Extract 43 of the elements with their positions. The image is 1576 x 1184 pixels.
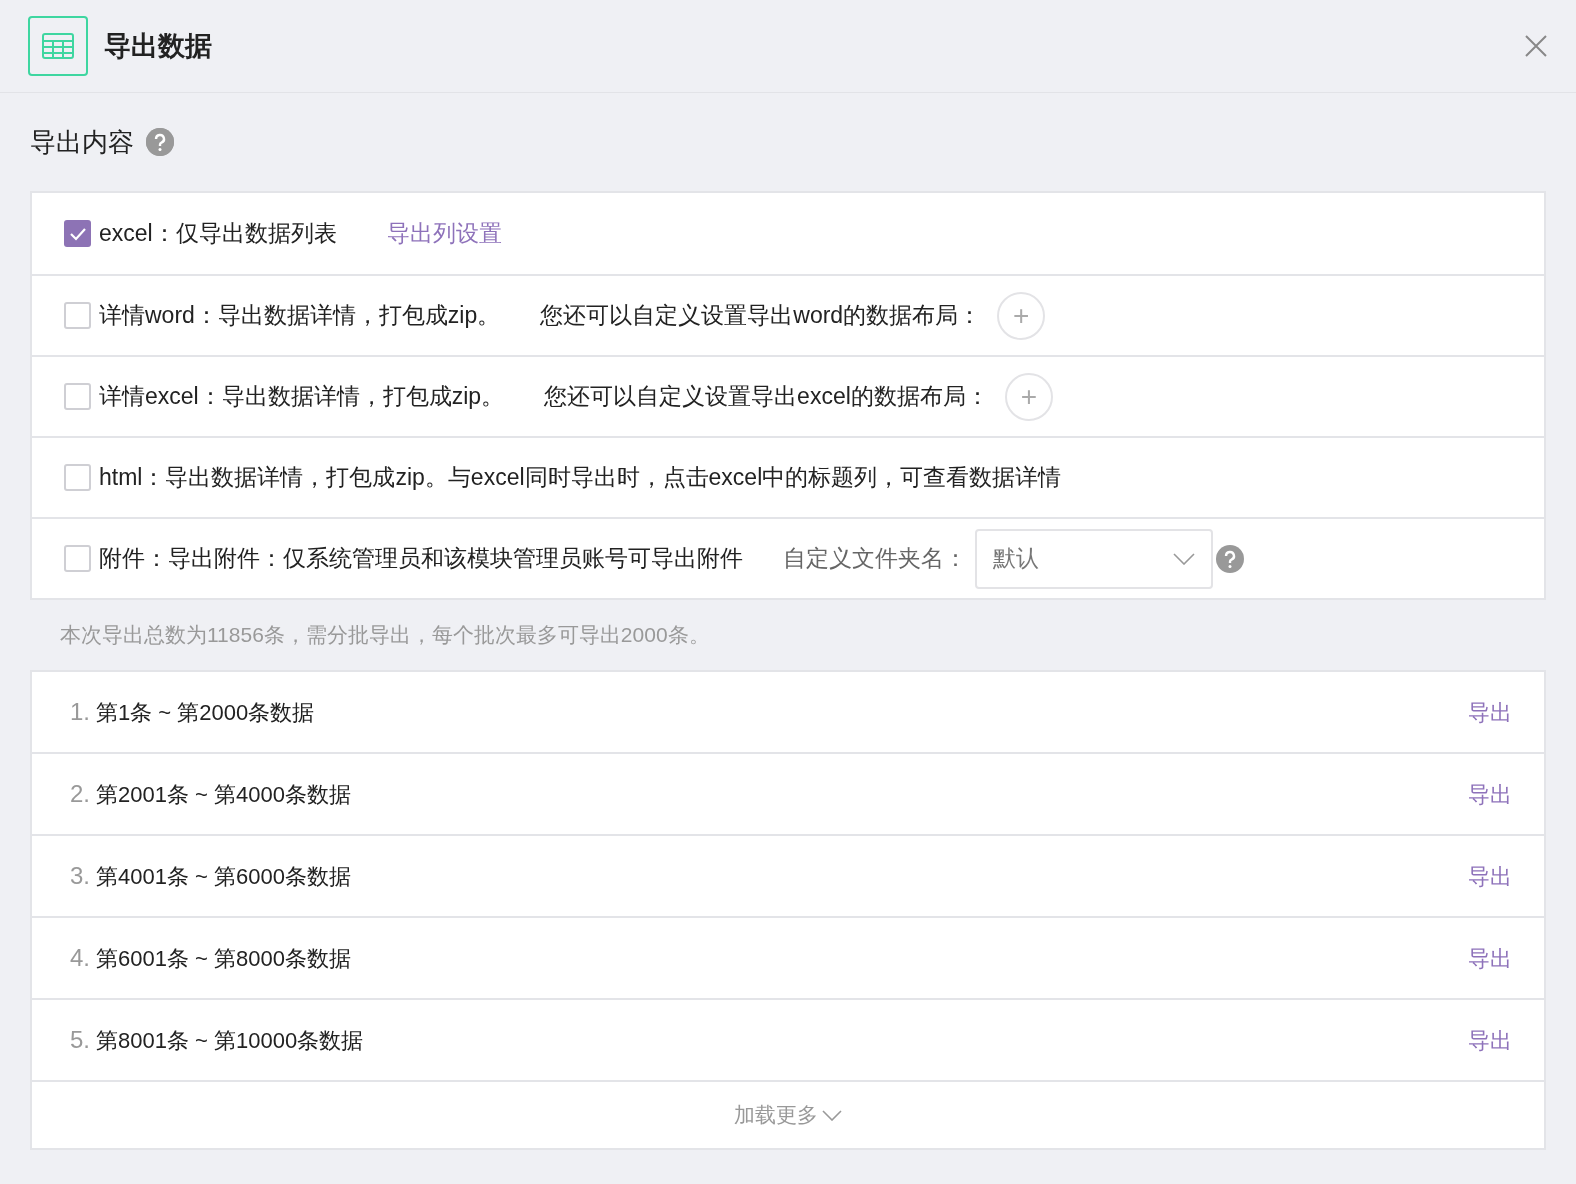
batch-number: 5. [70,1025,90,1055]
batch-note: 本次导出总数为11856条，需分批导出，每个批次最多可导出2000条。 [59,622,711,649]
add-layout-button[interactable]: + [997,291,1046,340]
window-title: 导出数据 [104,29,212,63]
add-layout-button[interactable]: + [1004,372,1053,421]
chevron-down-icon [822,1109,842,1121]
load-more-button[interactable]: 加载更多 [734,1099,842,1131]
section-title: 导出内容 [30,125,134,159]
checkmark-icon [68,226,87,241]
layout-hint: 您还可以自定义设置导出word的数据布局： [540,301,982,331]
help-icon[interactable] [1216,544,1244,573]
help-icon[interactable] [146,128,174,156]
close-button[interactable] [1524,34,1548,58]
batch-range: 第8001条 ~ 第10000条数据 [96,1026,365,1055]
checkbox[interactable] [64,220,91,247]
batch-number: 1. [70,697,90,727]
option-label: excel：仅导出数据列表 [99,219,337,249]
batch-number: 4. [70,943,90,973]
option-label: 附件：导出附件：仅系统管理员和该模块管理员账号可导出附件 [99,544,743,574]
batch-number: 3. [70,861,90,891]
table-icon [28,16,88,76]
batch-range: 第1条 ~ 第2000条数据 [96,698,316,727]
folder-name-select[interactable]: 默认 [975,528,1213,589]
export-link[interactable]: 导出 [1468,941,1512,975]
chevron-down-icon [1173,552,1195,565]
checkbox[interactable] [64,545,91,572]
export-link[interactable]: 导出 [1468,1023,1512,1057]
export-link[interactable]: 导出 [1468,859,1512,893]
batch-range: 第2001条 ~ 第4000条数据 [96,780,352,809]
batch-number: 2. [70,779,90,809]
option-label: html：导出数据详情，打包成zip。与excel同时导出时，点击excel中的标题列，可查看数据详情 [99,463,1062,493]
column-settings-link[interactable]: 导出列设置 [386,216,502,251]
checkbox[interactable] [64,464,91,491]
folder-name-label: 自定义文件夹名： [783,544,967,574]
checkbox[interactable] [64,383,91,410]
export-link[interactable]: 导出 [1468,777,1512,811]
batch-range: 第4001条 ~ 第6000条数据 [96,862,352,891]
option-label: 详情word：导出数据详情，打包成zip。 [99,301,501,331]
layout-hint: 您还可以自定义设置导出excel的数据布局： [544,382,989,412]
option-label: 详情excel：导出数据详情，打包成zip。 [99,382,505,412]
export-link[interactable]: 导出 [1468,695,1512,729]
batch-range: 第6001条 ~ 第8000条数据 [96,944,352,973]
checkbox[interactable] [64,302,91,329]
